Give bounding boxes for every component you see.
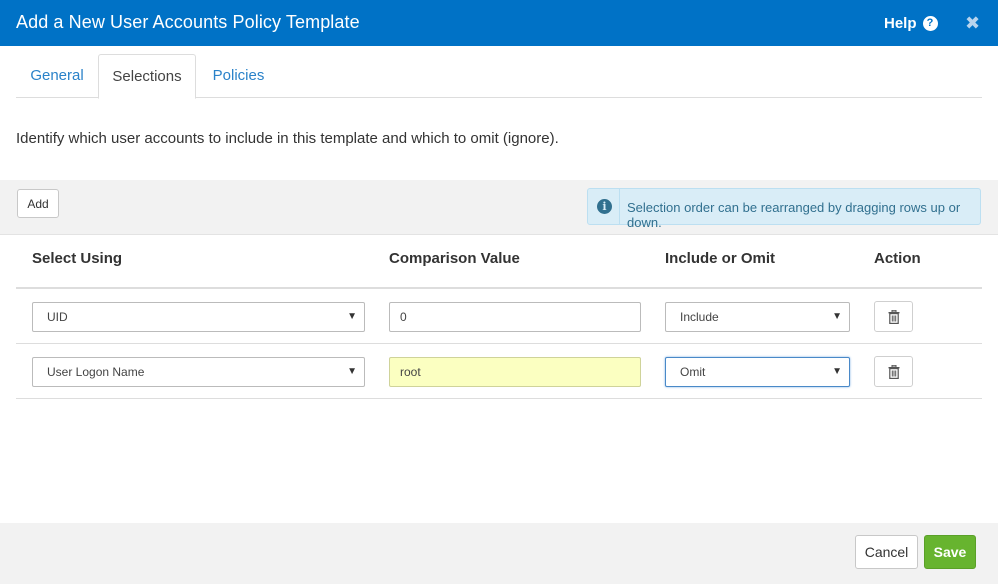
info-divider: [619, 189, 620, 224]
select-using-value: UID: [47, 310, 68, 324]
caret-down-icon: ▼: [347, 311, 357, 322]
delete-row-button[interactable]: [874, 301, 913, 332]
dialog-titlebar: Add a New User Accounts Policy Template …: [0, 0, 998, 46]
table-row[interactable]: User Logon Name ▼ root Omit ▼: [16, 344, 982, 399]
caret-down-icon: ▼: [832, 366, 842, 377]
help-link[interactable]: Help ?: [884, 15, 938, 32]
info-alert: i Selection order can be rearranged by d…: [587, 188, 981, 230]
intro-text: Identify which user accounts to include …: [16, 130, 559, 147]
save-button[interactable]: Save: [924, 535, 976, 569]
dialog-footer: Cancel Save: [0, 523, 998, 584]
selections-table: Select Using Comparison Value Include or…: [16, 236, 982, 399]
caret-down-icon: ▼: [832, 311, 842, 322]
comparison-value-input[interactable]: 0: [389, 302, 641, 332]
include-omit-dropdown[interactable]: Include ▼: [665, 302, 850, 332]
include-omit-dropdown[interactable]: Omit ▼: [665, 357, 850, 387]
comparison-value-input[interactable]: root: [389, 357, 641, 387]
header-select-using: Select Using: [32, 250, 123, 267]
info-message: Selection order can be rearranged by dra…: [627, 200, 961, 230]
trash-icon: [888, 365, 900, 379]
select-using-value: User Logon Name: [47, 365, 145, 379]
tab-selections[interactable]: Selections: [98, 54, 196, 99]
tab-general[interactable]: General: [16, 54, 98, 98]
header-comparison-value: Comparison Value: [389, 250, 520, 267]
trash-icon: [888, 310, 900, 324]
add-button[interactable]: Add: [17, 189, 59, 218]
include-omit-value: Omit: [680, 365, 706, 379]
caret-down-icon: ▼: [347, 366, 357, 377]
dialog-title: Add a New User Accounts Policy Template: [16, 12, 360, 32]
header-action: Action: [874, 250, 921, 267]
table-header: Select Using Comparison Value Include or…: [16, 236, 982, 289]
include-omit-value: Include: [680, 310, 719, 324]
close-icon[interactable]: ✖: [965, 13, 980, 34]
tab-bar: General Selections Policies: [16, 54, 982, 99]
select-using-dropdown[interactable]: User Logon Name ▼: [32, 357, 365, 387]
cancel-button[interactable]: Cancel: [855, 535, 918, 569]
select-using-dropdown[interactable]: UID ▼: [32, 302, 365, 332]
info-icon: i: [597, 199, 612, 214]
table-row[interactable]: UID ▼ 0 Include ▼: [16, 289, 982, 344]
header-include-or-omit: Include or Omit: [665, 250, 776, 267]
delete-row-button[interactable]: [874, 356, 913, 387]
tab-policies[interactable]: Policies: [196, 54, 281, 98]
question-circle-icon: ?: [922, 16, 938, 31]
help-label: Help: [884, 15, 917, 32]
selection-toolbar: Add i Selection order can be rearranged …: [0, 180, 998, 235]
